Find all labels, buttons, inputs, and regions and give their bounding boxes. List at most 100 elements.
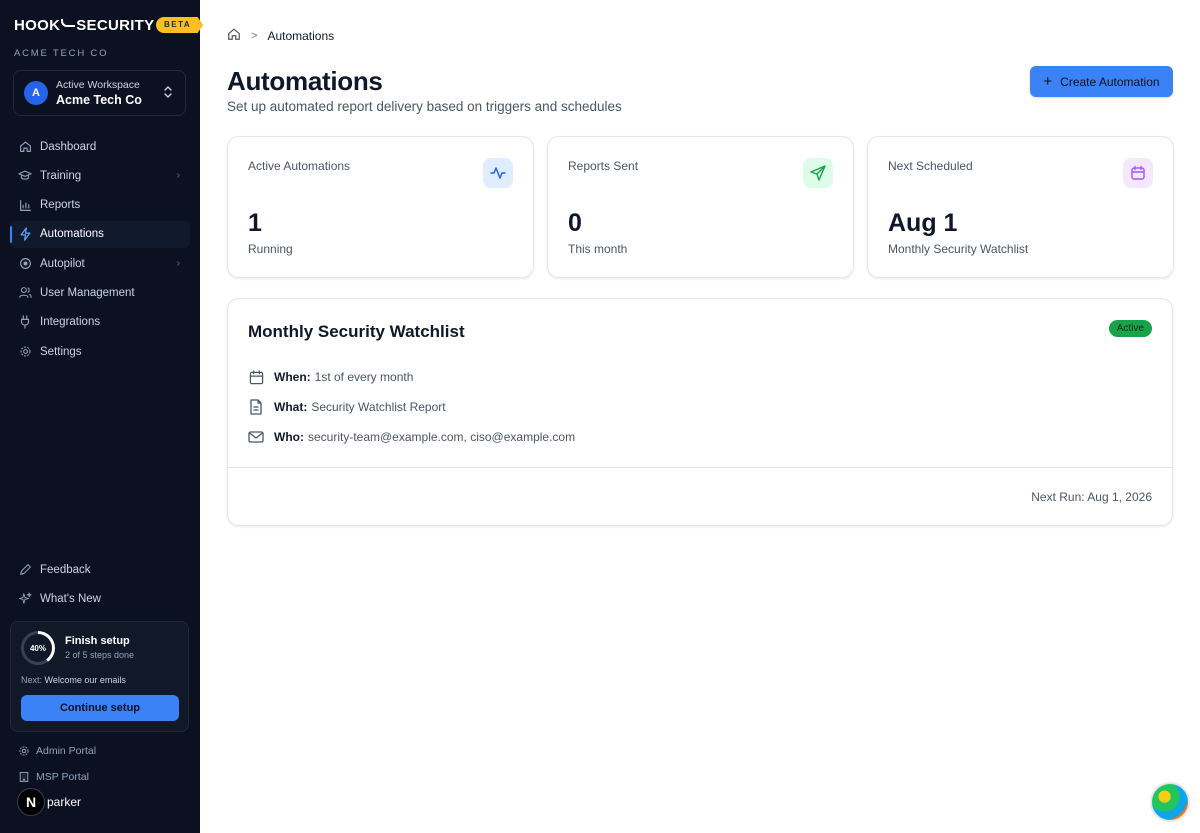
workspace-switcher[interactable]: A Active Workspace Acme Tech Co: [13, 70, 186, 116]
sidebar-item-settings[interactable]: Settings: [10, 338, 190, 365]
stat-sub: Running: [248, 242, 293, 256]
automation-when: When: 1st of every month: [248, 369, 413, 385]
send-icon: [803, 158, 833, 188]
admin-portal-link[interactable]: Admin Portal: [18, 745, 96, 757]
sidebar-item-label: Autopilot: [40, 257, 85, 270]
sidebar-item-user-management[interactable]: User Management: [10, 279, 190, 306]
stat-value: 1: [248, 209, 262, 237]
msp-portal-label: MSP Portal: [36, 771, 89, 783]
automation-card[interactable]: Monthly Security Watchlist Active When: …: [227, 298, 1173, 526]
detail-label: What:: [274, 400, 308, 414]
stat-sub: Monthly Security Watchlist: [888, 242, 1029, 256]
msp-portal-link[interactable]: MSP Portal: [18, 771, 89, 783]
user-menu[interactable]: N parker: [17, 788, 81, 816]
sparkles-icon: [18, 592, 32, 606]
setup-subtitle: 2 of 5 steps done: [65, 650, 135, 660]
calendar-icon: [1123, 158, 1153, 188]
breadcrumb: > Automations: [227, 27, 334, 44]
chevron-right-icon: ›: [176, 258, 180, 270]
graduation-cap-icon: [18, 169, 32, 183]
sidebar-item-label: Automations: [40, 228, 104, 241]
sidebar-item-integrations[interactable]: Integrations: [10, 309, 190, 336]
detail-value: Security Watchlist Report: [311, 400, 446, 414]
setup-next-step-label: Welcome our emails: [44, 675, 126, 685]
setup-progress-ring: 40%: [21, 631, 55, 665]
sidebar-item-label: Settings: [40, 345, 82, 358]
automation-who: Who: security-team@example.com, ciso@exa…: [248, 429, 575, 445]
stat-label: Next Scheduled: [888, 159, 973, 173]
chevron-right-icon: >: [251, 29, 258, 42]
stat-sub: This month: [568, 242, 628, 256]
sidebar-item-label: Feedback: [40, 563, 91, 576]
breadcrumb-current: Automations: [267, 28, 335, 43]
sidebar-item-training[interactable]: Training ›: [10, 162, 190, 189]
sidebar-item-label: Integrations: [40, 316, 101, 329]
main-content: > Automations Automations Set up automat…: [200, 0, 1200, 833]
beta-badge: BETA: [156, 17, 204, 33]
home-icon[interactable]: [227, 27, 241, 44]
stat-card-active-automations: Active Automations 1 Running: [227, 136, 534, 278]
sidebar-item-autopilot[interactable]: Autopilot ›: [10, 250, 190, 277]
hook-icon: [61, 19, 76, 27]
card-divider: [228, 467, 1172, 468]
activity-icon: [483, 158, 513, 188]
sidebar-item-dashboard[interactable]: Dashboard: [10, 133, 190, 160]
detail-label: When:: [274, 370, 311, 384]
sidebar-nav: Dashboard Training › Reports Automations…: [10, 133, 190, 367]
sidebar-item-label: What's New: [40, 592, 101, 605]
detail-value: security-team@example.com, ciso@example.…: [307, 430, 576, 444]
stat-card-reports-sent: Reports Sent 0 This month: [547, 136, 854, 278]
setup-progress-card: 40% Finish setup 2 of 5 steps done Next:…: [10, 621, 189, 732]
automation-what: What: Security Watchlist Report: [248, 399, 446, 415]
sidebar-item-feedback[interactable]: Feedback: [10, 556, 190, 583]
sidebar: HOOK SECURITY BETA ACME TECH CO A Active…: [0, 0, 204, 833]
setup-next-step: Next: Welcome our emails: [21, 675, 126, 685]
users-icon: [18, 286, 32, 300]
workspace-caption: Active Workspace: [56, 78, 140, 91]
brand-logo[interactable]: HOOK SECURITY: [14, 16, 154, 34]
bar-chart-icon: [18, 198, 32, 212]
pencil-icon: [18, 563, 32, 577]
setup-next-prefix: Next:: [21, 675, 43, 685]
chevron-right-icon: ›: [176, 170, 180, 182]
sidebar-item-reports[interactable]: Reports: [10, 192, 190, 219]
sidebar-item-label: Dashboard: [40, 140, 97, 153]
plus-icon: +: [1043, 72, 1053, 90]
sidebar-bottom-links: Feedback What's New: [10, 556, 190, 615]
sidebar-item-label: User Management: [40, 286, 135, 299]
workspace-name: Acme Tech Co: [56, 92, 142, 107]
stat-value: 0: [568, 209, 582, 237]
building-icon: [18, 771, 30, 783]
floating-profile-avatar[interactable]: [1150, 782, 1190, 822]
target-icon: [18, 257, 32, 271]
detail-label: Who:: [274, 430, 304, 444]
sidebar-item-automations[interactable]: Automations: [10, 220, 190, 248]
page-title: Automations: [227, 66, 383, 96]
sidebar-item-whats-new[interactable]: What's New: [10, 585, 190, 612]
create-automation-button[interactable]: + Create Automation: [1030, 66, 1173, 97]
sidebar-item-label: Reports: [40, 199, 81, 212]
chevron-up-down-icon: [163, 85, 173, 100]
stat-card-next-scheduled: Next Scheduled Aug 1 Monthly Security Wa…: [867, 136, 1174, 278]
document-icon: [248, 399, 264, 415]
stat-value: Aug 1: [888, 209, 958, 237]
automation-title: Monthly Security Watchlist: [248, 322, 465, 341]
continue-setup-button[interactable]: Continue setup: [21, 695, 179, 721]
mail-icon: [248, 429, 264, 445]
gear-icon: [18, 345, 32, 359]
setup-progress-percent: 40%: [24, 634, 52, 662]
sidebar-item-label: Training: [40, 169, 82, 182]
user-name: parker: [47, 795, 82, 809]
detail-value: 1st of every month: [314, 370, 414, 384]
page-subtitle: Set up automated report delivery based o…: [227, 99, 622, 114]
brand-logo-right: SECURITY: [76, 16, 155, 34]
zap-icon: [18, 227, 32, 242]
status-badge: Active: [1108, 320, 1152, 337]
home-icon: [18, 140, 32, 154]
setup-title: Finish setup: [65, 635, 130, 647]
next-run: Next Run: Aug 1, 2026: [1031, 490, 1152, 504]
stat-label: Active Automations: [248, 159, 351, 173]
workspace-avatar: A: [24, 81, 48, 105]
brand-logo-left: HOOK: [14, 16, 61, 34]
plug-icon: [18, 315, 32, 329]
